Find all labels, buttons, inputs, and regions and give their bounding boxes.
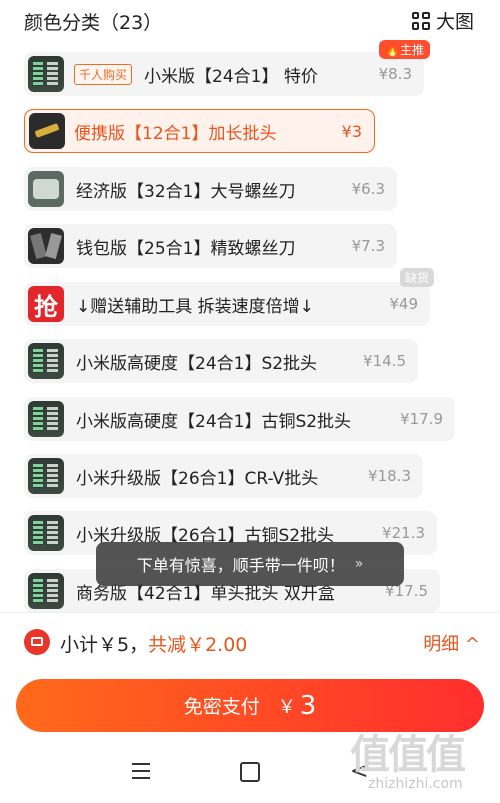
product-thumbnail (29, 113, 65, 149)
variant-option[interactable]: 小米版高硬度【24合1】S2批头 ¥14.5 (24, 339, 418, 383)
pay-label: 免密支付 (183, 696, 260, 718)
variant-price: ¥7.3 (351, 237, 385, 255)
variant-option[interactable]: 千人购买 小米版【24合1】 特价 ¥8.3 🔥主推 (24, 40, 430, 96)
product-thumbnail (28, 228, 64, 264)
variant-price: ¥17.9 (400, 410, 443, 428)
toast-text: 下单有惊喜，顺手带一件呗！ (136, 556, 345, 575)
variant-option-selected[interactable]: 便携版【12合1】加长批头 ¥3 (24, 109, 375, 153)
popular-tag: 千人购买 (74, 63, 133, 85)
out-of-stock-badge: 缺货 (399, 268, 434, 287)
order-summary: 小计￥5，共减￥2.00 明细 ^ (0, 612, 500, 671)
variant-price: ¥14.5 (363, 352, 406, 370)
variant-label: ↓赠送辅助工具 拆装速度倍增↓ (76, 296, 314, 317)
variant-option[interactable]: 小米升级版【26合1】CR-V批头 ¥18.3 (24, 454, 423, 498)
product-thumbnail (28, 458, 64, 494)
large-view-toggle[interactable]: 大图 (411, 7, 474, 34)
subtotal-text: 小计￥5， (60, 634, 149, 656)
product-thumbnail (28, 343, 64, 379)
variant-label: 小米升级版【26合1】CR-V批头 (76, 468, 319, 489)
recommended-badge: 🔥主推 (379, 40, 430, 59)
promo-grab-icon: 抢 (28, 286, 64, 322)
variant-option[interactable]: 经济版【32合1】大号螺丝刀 ¥6.3 (24, 167, 397, 211)
subtotal-line: 小计￥5，共减￥2.00 (60, 630, 247, 657)
discount-text: 共减￥2.00 (148, 634, 248, 656)
watermark-logo: 值值值 (350, 732, 466, 778)
product-thumbnail (28, 573, 64, 609)
variant-option[interactable]: 小米版高硬度【24合1】古铜S2批头 ¥17.9 (24, 397, 455, 441)
chevron-down-icon: » (354, 556, 364, 572)
variant-label: 小米版【24合1】 特价 (144, 66, 318, 87)
product-thumbnail (28, 401, 64, 437)
product-thumbnail (28, 56, 64, 92)
variant-option-out-of-stock[interactable]: 抢 ↓赠送辅助工具 拆装速度倍增↓ ¥49 缺货 (24, 268, 434, 326)
watermark-url: zhizhizhi.com (368, 776, 463, 792)
variant-price: ¥21.3 (382, 524, 425, 542)
grid-icon (411, 11, 430, 30)
variant-price: ¥3 (341, 121, 362, 141)
menu-icon[interactable] (132, 763, 150, 779)
variant-price: ¥6.3 (351, 180, 385, 198)
page-title: 颜色分类（23） (24, 12, 163, 34)
header: 颜色分类（23） 大图 (0, 0, 500, 40)
variant-price: ¥49 (389, 295, 418, 313)
variant-price: ¥8.3 (378, 65, 412, 83)
product-thumbnail (28, 515, 64, 551)
variant-option[interactable]: 钱包版【25合1】精致螺丝刀 ¥7.3 (24, 224, 397, 268)
home-icon[interactable] (240, 762, 260, 782)
variant-label: 小米版高硬度【24合1】古铜S2批头 (76, 411, 352, 432)
variant-label: 钱包版【25合1】精致螺丝刀 (76, 238, 296, 259)
variant-list[interactable]: 千人购买 小米版【24合1】 特价 ¥8.3 🔥主推 便携版【12合1】加长批头… (0, 40, 500, 612)
detail-link[interactable]: 明细 ^ (423, 630, 480, 656)
variant-label: 经济版【32合1】大号螺丝刀 (76, 181, 296, 202)
product-thumbnail (28, 171, 64, 207)
pay-amount: 3 (299, 690, 317, 721)
pay-currency: ￥ (277, 696, 296, 718)
watermark: 值值值 zhizhizhi.com (350, 722, 490, 798)
variant-label: 小米版高硬度【24合1】S2批头 (76, 353, 318, 374)
large-view-label: 大图 (435, 11, 474, 33)
variant-label: 便携版【12合1】加长批头 (74, 123, 277, 144)
coupon-icon (24, 629, 50, 655)
variant-price: ¥18.3 (368, 467, 411, 485)
promo-toast[interactable]: 下单有惊喜，顺手带一件呗！ » (96, 542, 404, 586)
